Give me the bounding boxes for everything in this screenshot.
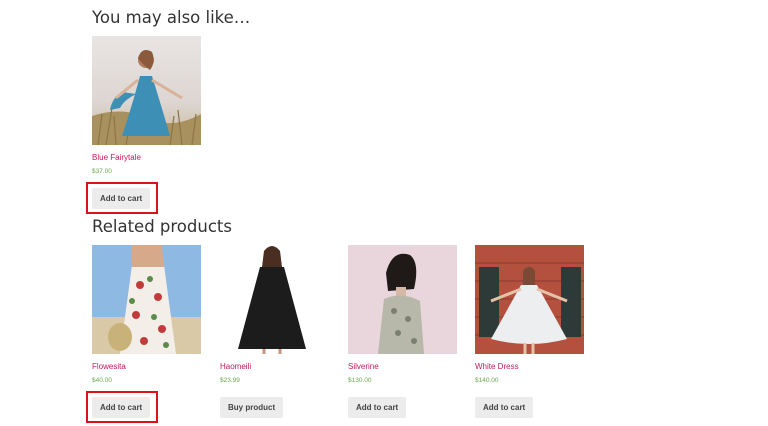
page: You may also like… Blue Fairytale $37.00…	[0, 0, 768, 426]
product-title-link[interactable]: Haomeili	[220, 363, 251, 371]
black-dress-image	[220, 245, 329, 354]
woman-in-floral-dress-image	[92, 245, 201, 354]
woman-in-white-dress-image	[475, 245, 584, 354]
product-title-link[interactable]: Flowesita	[92, 363, 126, 371]
product-image[interactable]	[348, 245, 457, 354]
woman-in-blue-dress-image	[92, 36, 201, 145]
product-card-blue-fairytale: Blue Fairytale $37.00 Add to cart	[92, 36, 212, 211]
product-image[interactable]	[475, 245, 584, 354]
woman-in-silver-top-image	[348, 245, 457, 354]
product-price: $140.00	[475, 377, 499, 384]
product-card-silverine: Silverine $130.00 Add to cart	[348, 245, 468, 420]
product-image[interactable]	[92, 245, 201, 354]
add-to-cart-button[interactable]: Add to cart	[92, 188, 151, 209]
add-to-cart-button[interactable]: Add to cart	[475, 397, 534, 418]
upsells-heading: You may also like…	[92, 8, 251, 27]
product-image[interactable]	[220, 245, 329, 354]
product-card-white-dress: White Dress $140.00 Add to cart	[475, 245, 595, 420]
add-to-cart-button[interactable]: Add to cart	[92, 397, 151, 418]
product-price: $40.00	[92, 377, 112, 384]
product-title-link[interactable]: White Dress	[475, 363, 519, 371]
buy-product-button[interactable]: Buy product	[220, 397, 284, 418]
product-card-flowesita: Flowesita $40.00 Add to cart	[92, 245, 212, 420]
product-title-link[interactable]: Blue Fairytale	[92, 154, 141, 162]
product-price: $23.99	[220, 377, 240, 384]
product-price: $37.00	[92, 168, 112, 175]
add-to-cart-button[interactable]: Add to cart	[348, 397, 407, 418]
product-price: $130.00	[348, 377, 372, 384]
product-card-haomeili: Haomeili $23.99 Buy product	[220, 245, 340, 420]
product-image[interactable]	[92, 36, 201, 145]
related-products-heading: Related products	[92, 217, 232, 236]
product-title-link[interactable]: Silverine	[348, 363, 379, 371]
